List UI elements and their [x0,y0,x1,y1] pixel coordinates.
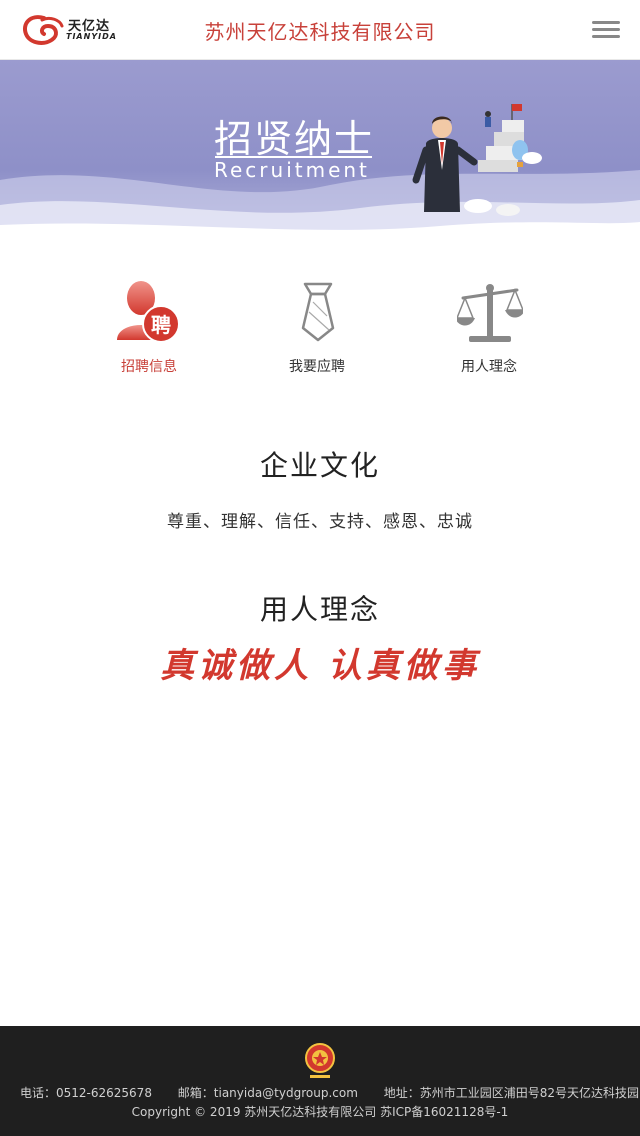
businessman-illustration [412,104,542,216]
header: 天亿达 TIANYIDA 苏州天亿达科技有限公司 [0,0,640,60]
banner-title: 招贤纳士 [214,117,375,161]
footer-address: 地址：苏州市工业园区浦田号82号天亿达科技园 [383,1086,640,1100]
scale-icon [457,284,523,342]
tab-philosophy-label: 用人理念 [461,359,517,375]
banner-subtitle: Recruitment [214,158,370,182]
philosophy-motto: 真诚做人 认真做事 [160,646,480,686]
svg-text:聘: 聘 [151,313,171,337]
company-title: 苏州天亿达科技有限公司 [204,20,436,44]
tab-apply[interactable]: 我要应聘 [257,276,377,380]
tab-apply-label: 我要应聘 [289,359,345,375]
tab-philosophy[interactable]: 用人理念 [429,276,549,380]
footer-phone: 电话：0512-62625678 [20,1086,152,1100]
philosophy-title: 用人理念 [259,593,380,626]
culture-title: 企业文化 [259,449,380,482]
footer-copyright: Copyright © 2019 苏州天亿达科技有限公司 苏ICP备160211… [131,1105,509,1119]
culture-text: 尊重、理解、信任、支持、感恩、忠诚 [167,512,473,532]
tab-recruit-info-label: 招聘信息 [121,359,177,375]
recruit-person-icon: 聘 [117,281,180,343]
footer-contact: 电话：0512-62625678 邮箱：tianyida@tydgroup.co… [20,1084,639,1101]
business-license-badge-icon[interactable] [304,1042,336,1082]
tie-icon [301,282,335,342]
recruitment-tabs: 聘 招聘信息 我要应聘 用人理念 [0,276,640,386]
hamburger-menu-icon[interactable] [592,21,622,41]
tab-recruit-info[interactable]: 聘 招聘信息 [89,276,209,380]
recruitment-banner: 招贤纳士 Recruitment [0,60,640,244]
footer: 电话：0512-62625678 邮箱：tianyida@tydgroup.co… [0,1026,640,1136]
footer-email[interactable]: 邮箱：tianyida@tydgroup.com [178,1086,358,1100]
